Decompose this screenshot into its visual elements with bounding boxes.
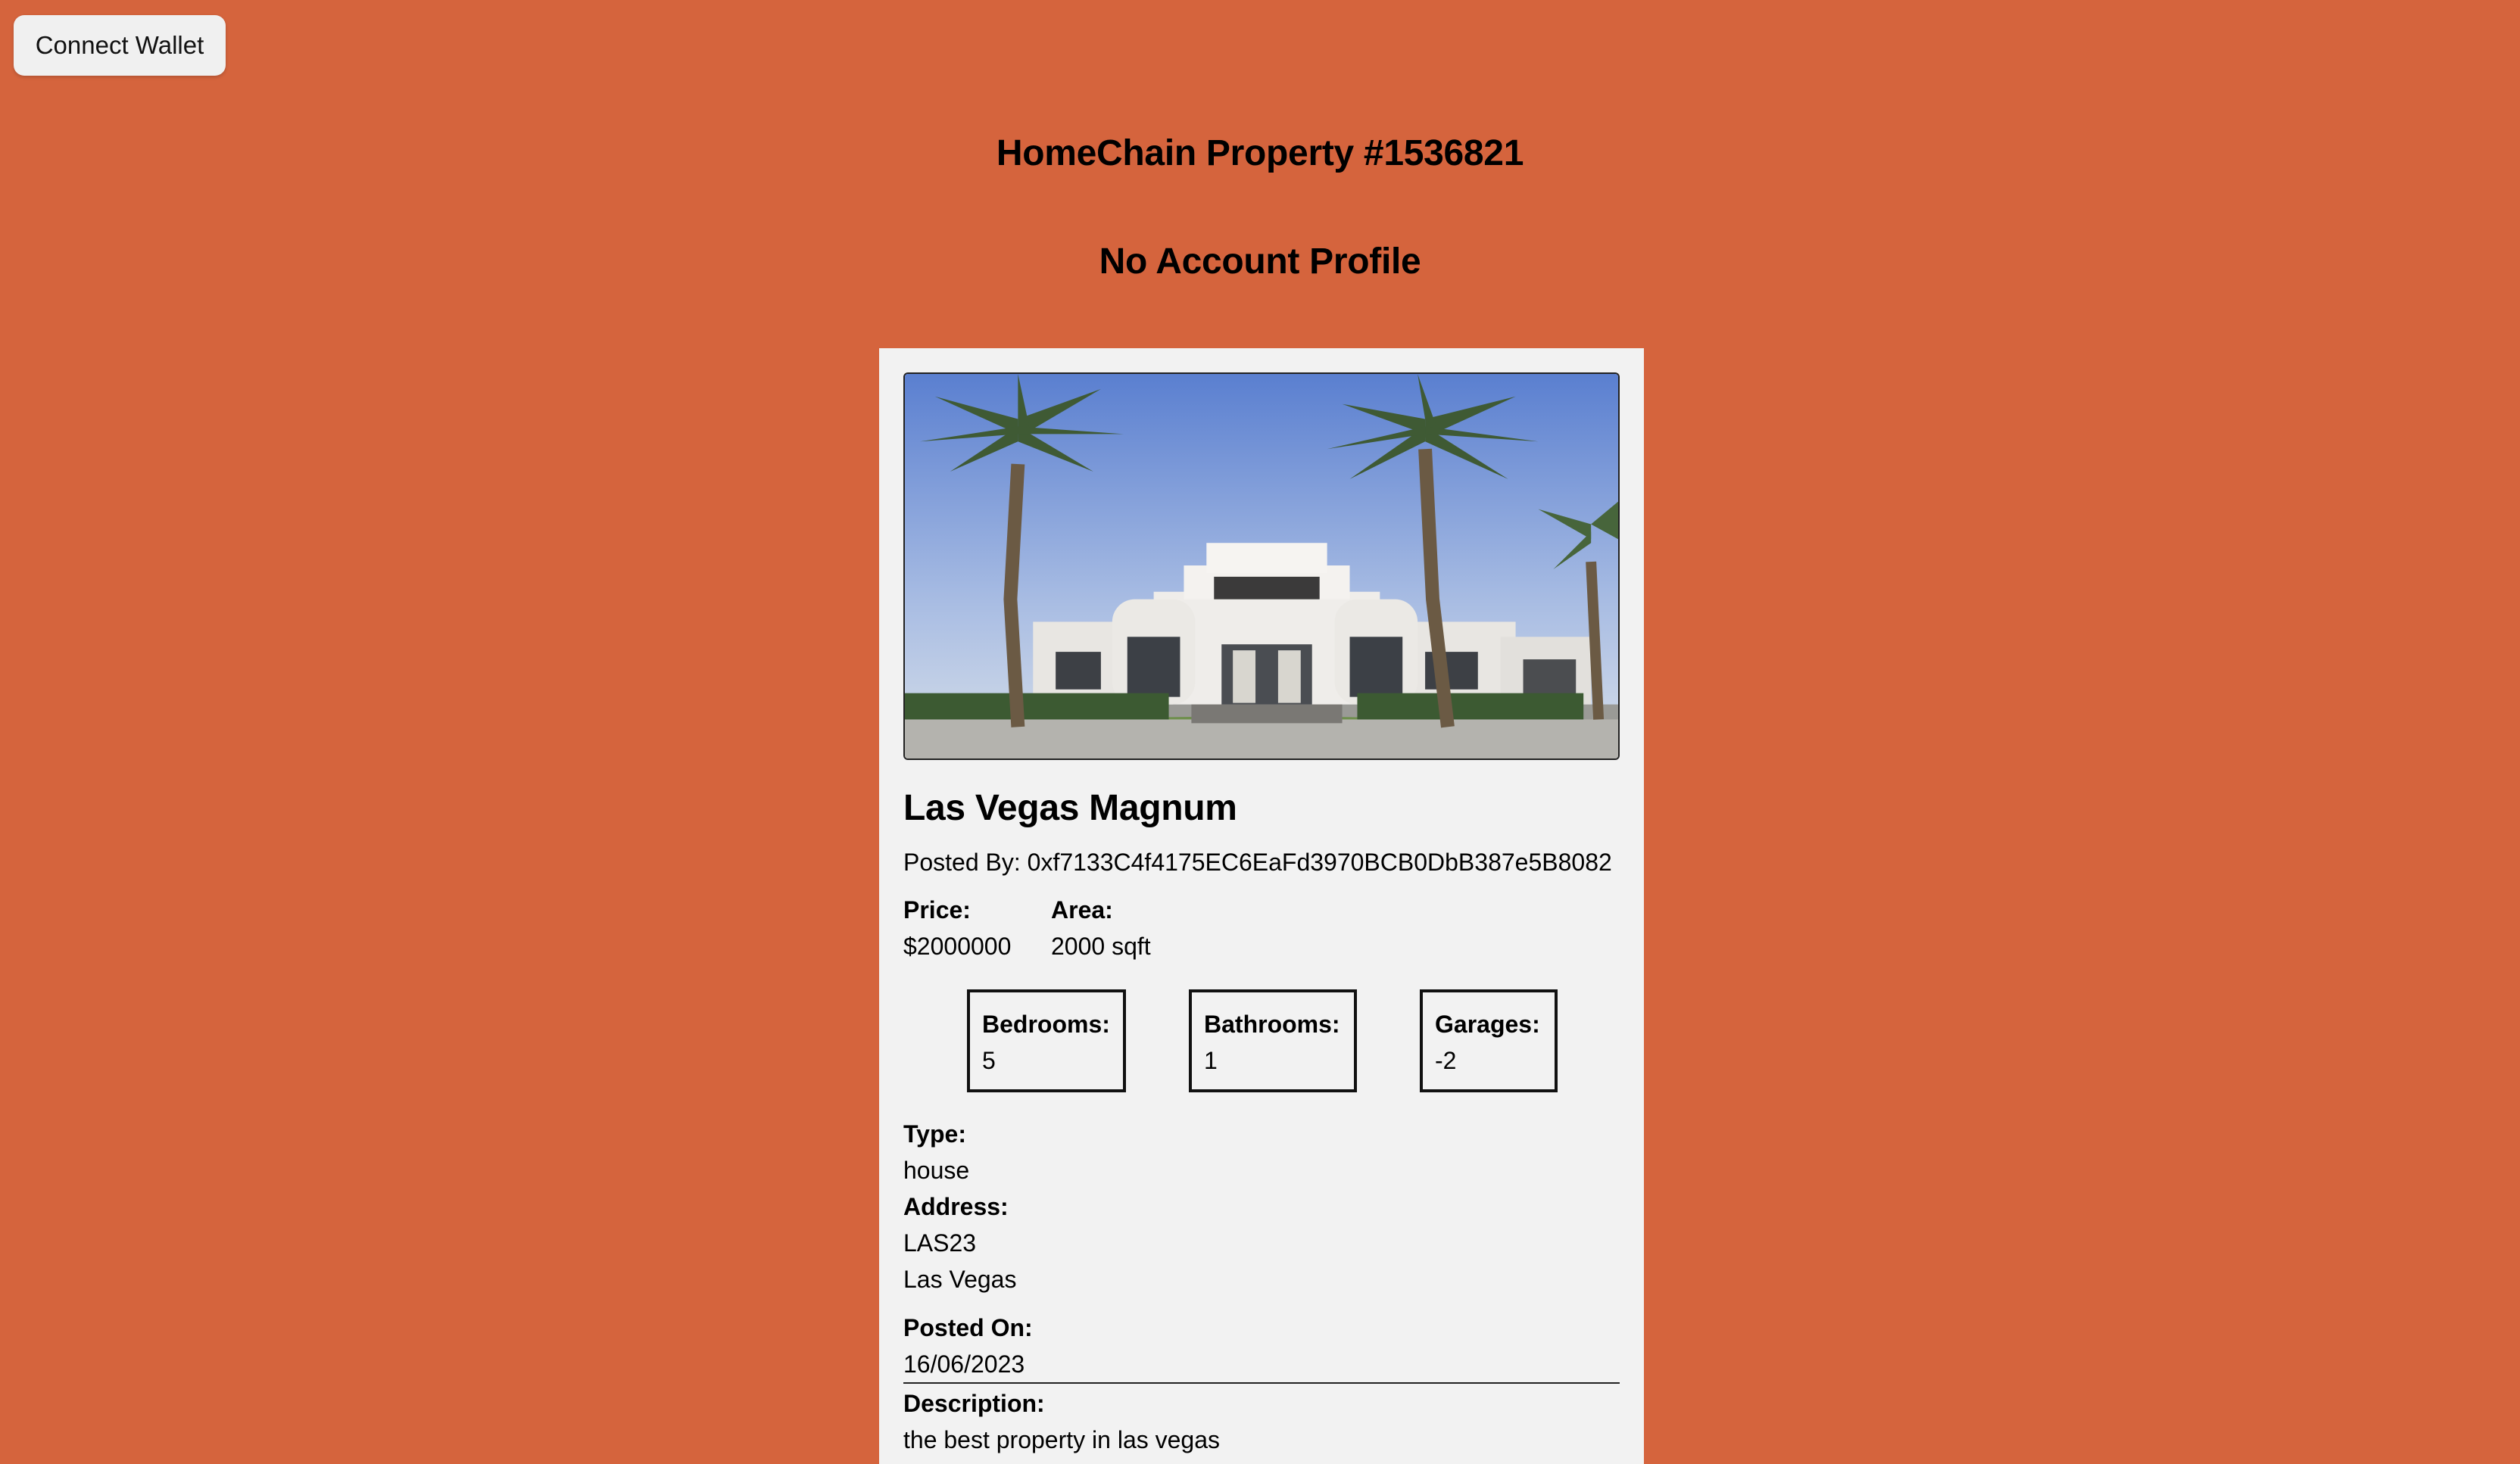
area-value: 2000 sqft — [1051, 933, 1151, 960]
address-line2: Las Vegas — [903, 1266, 1017, 1293]
profile-title: No Account Profile — [1099, 241, 1421, 282]
price-label: Price: — [903, 896, 971, 924]
property-card: Las Vegas Magnum Posted By: 0xf7133C4f41… — [879, 348, 1644, 1464]
address-line1: LAS23 — [903, 1229, 977, 1257]
area-label: Area: — [1051, 896, 1113, 924]
bedrooms-value: 5 — [982, 1047, 996, 1074]
posted-on-value: 16/06/2023 — [903, 1350, 1025, 1378]
posted-by: Posted By: 0xf7133C4f4175EC6EaFd3970BCB0… — [903, 849, 1612, 876]
connect-wallet-button[interactable]: Connect Wallet — [14, 15, 226, 76]
type-label: Type: — [903, 1120, 966, 1148]
property-name: Las Vegas Magnum — [903, 788, 1237, 828]
garages-label: Garages: — [1435, 1011, 1540, 1038]
garages-value: -2 — [1435, 1047, 1457, 1074]
bathrooms-label: Bathrooms: — [1204, 1011, 1340, 1038]
garages-box: Garages: -2 — [1420, 989, 1558, 1092]
bathrooms-box: Bathrooms: 1 — [1189, 989, 1357, 1092]
posted-on-label: Posted On: — [903, 1314, 1033, 1341]
type-value: house — [903, 1157, 970, 1184]
property-photo — [903, 372, 1620, 760]
bedrooms-box: Bedrooms: 5 — [967, 989, 1126, 1092]
page-title: HomeChain Property #1536821 — [996, 133, 1524, 173]
address-label: Address: — [903, 1193, 1009, 1220]
description-value: the best property in las vegas — [903, 1426, 1221, 1453]
description-label: Description: — [903, 1390, 1045, 1417]
divider — [903, 1382, 1620, 1384]
bedrooms-label: Bedrooms: — [982, 1011, 1110, 1038]
price-value: $2000000 — [903, 933, 1012, 960]
bathrooms-value: 1 — [1204, 1047, 1218, 1074]
